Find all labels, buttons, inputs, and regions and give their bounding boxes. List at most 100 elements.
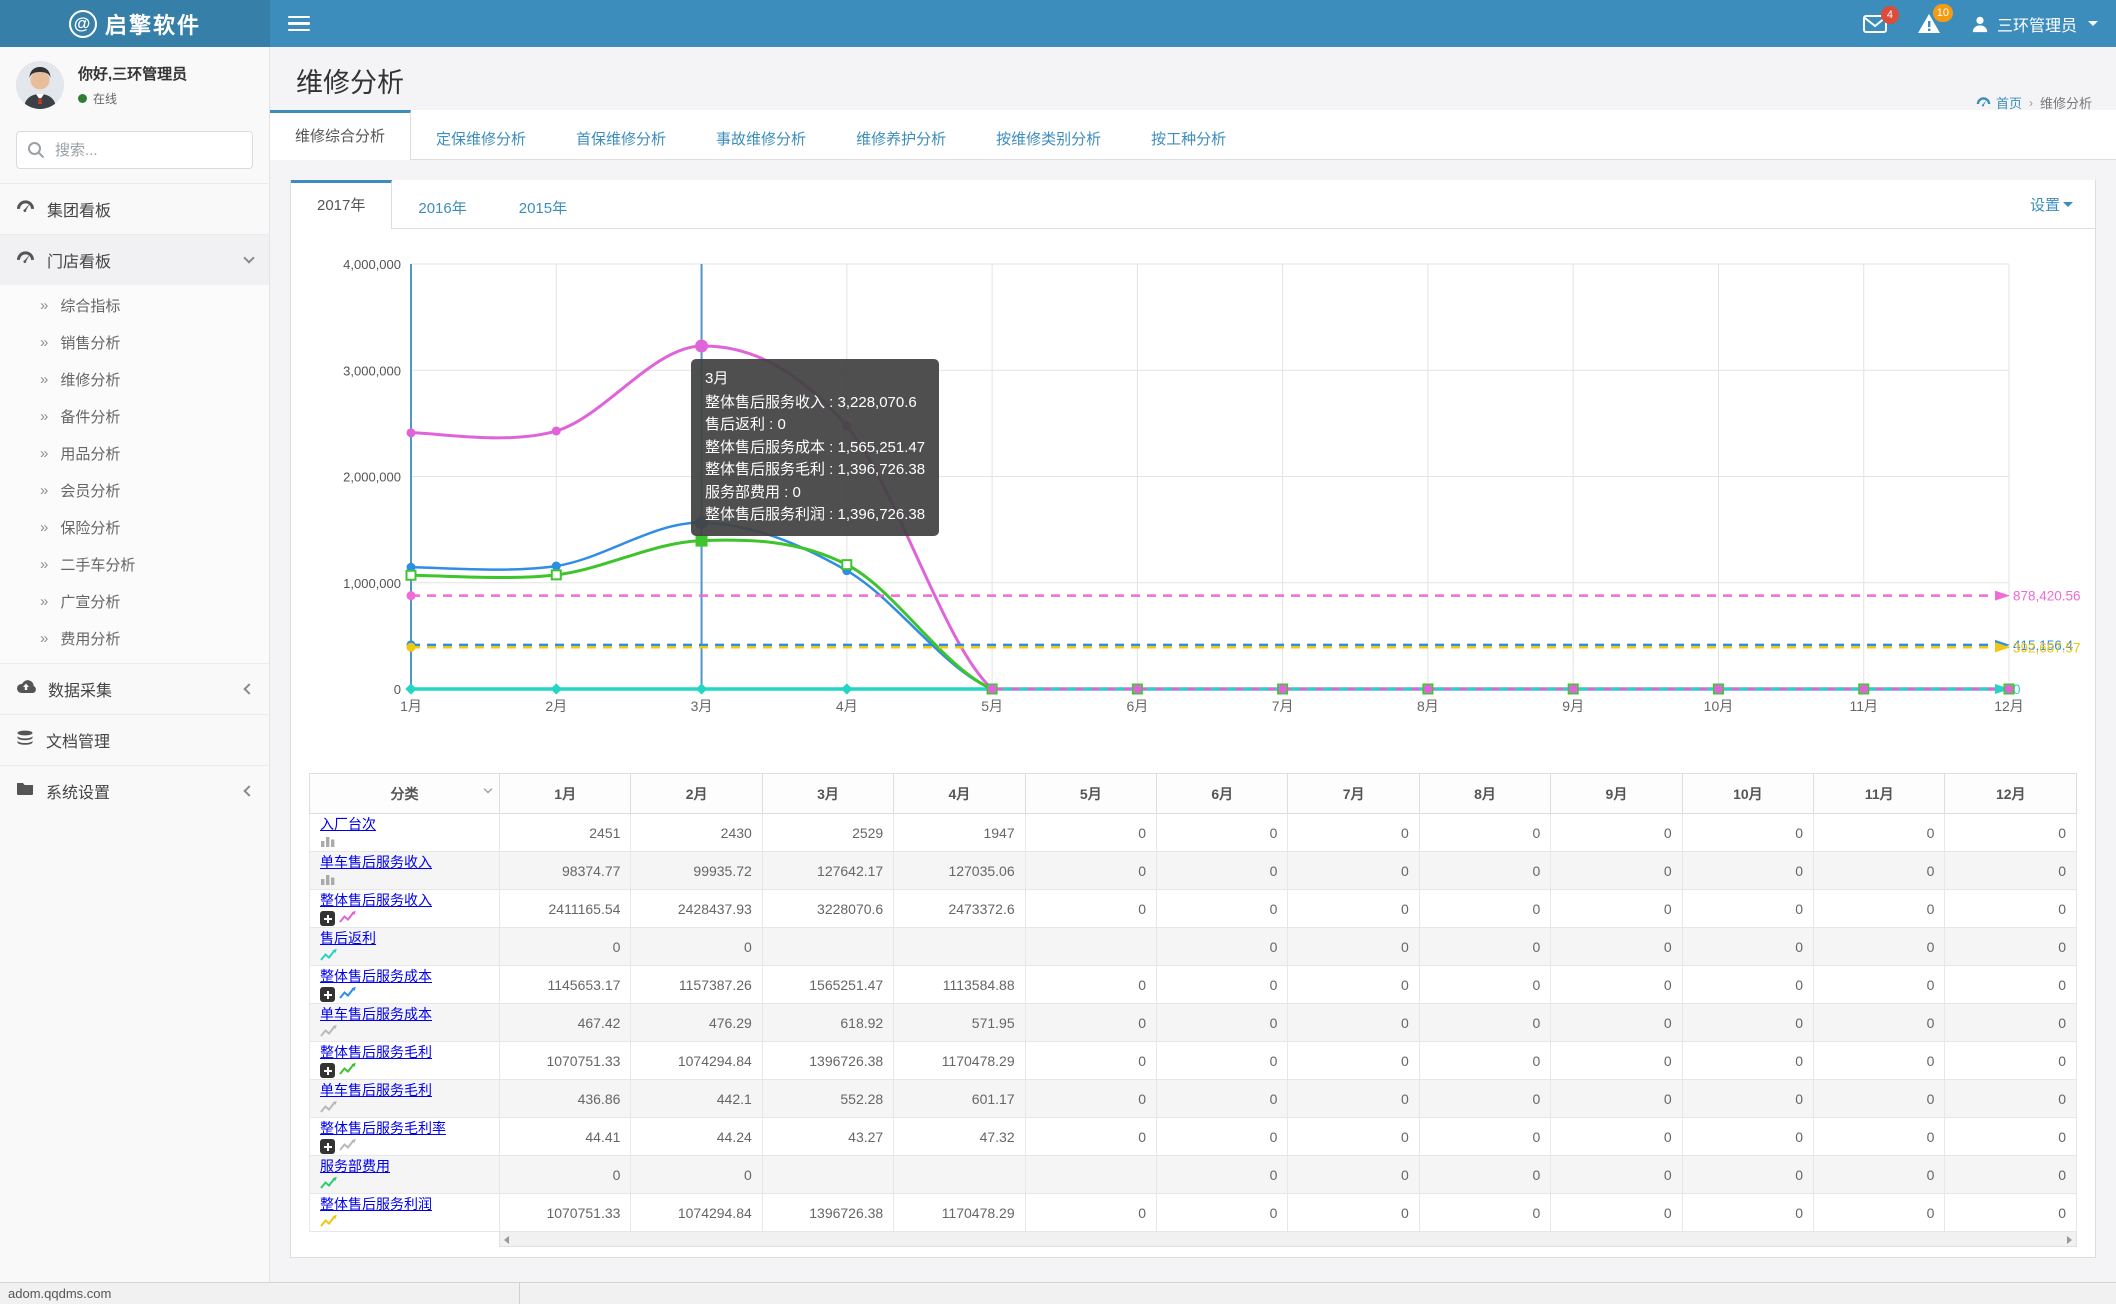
sidebar-greeting: 你好,三环管理员 xyxy=(78,66,188,83)
column-header-month: 12月 xyxy=(1944,773,2077,814)
bar-chart-icon[interactable] xyxy=(320,872,336,889)
year-tab-1[interactable]: 2016年 xyxy=(392,180,492,228)
sidebar-subitem-0[interactable]: » 综合指标 xyxy=(0,287,269,324)
line-chart-icon[interactable] xyxy=(320,1214,337,1231)
sidebar-item-label: 数据采集 xyxy=(48,683,113,700)
sidebar-subitem-2[interactable]: » 维修分析 xyxy=(0,361,269,398)
metric-link[interactable]: 整体售后服务成本 xyxy=(320,968,432,984)
metric-link[interactable]: 整体售后服务毛利 xyxy=(320,1044,432,1060)
chart-tooltip: 3月 整体售后服务收入 : 3,228,070.6 售后返利 : 0 整体售后服务成本… xyxy=(691,359,940,536)
column-header-month: 10月 xyxy=(1681,773,1815,814)
table-cell: 0 xyxy=(1944,1041,2077,1080)
table-cell: 0 xyxy=(1024,851,1158,890)
expand-plus-icon[interactable] xyxy=(320,987,335,1002)
table-cell: 0 xyxy=(1418,889,1552,928)
tab-3[interactable]: 事故维修分析 xyxy=(691,110,831,159)
bar-chart-icon[interactable] xyxy=(320,834,336,851)
sidebar-subitem-5[interactable]: » 会员分析 xyxy=(0,472,269,509)
table-cell: 0 xyxy=(1681,965,1815,1004)
year-tab-2[interactable]: 2015年 xyxy=(493,180,593,228)
table-cell: 0 xyxy=(1418,965,1552,1004)
table-cell: 0 xyxy=(1681,927,1815,966)
metric-link[interactable]: 单车售后服务收入 xyxy=(320,854,432,870)
sidebar-link-3[interactable]: 文档管理 xyxy=(0,715,269,765)
line-chart-icon[interactable] xyxy=(320,948,337,965)
sidebar-subitem-label: 综合指标 xyxy=(60,298,121,315)
line-chart-icon[interactable] xyxy=(320,1024,337,1041)
sidebar-link-2[interactable]: 数据采集 xyxy=(0,664,269,714)
line-chart-icon[interactable] xyxy=(339,910,356,927)
breadcrumb-current: 维修分析 xyxy=(2039,96,2092,111)
search-input[interactable] xyxy=(16,131,253,169)
table-cell: 0 xyxy=(1813,1155,1946,1194)
breadcrumb-home-link[interactable]: 首页 xyxy=(1976,93,2022,112)
column-header-month: 4月 xyxy=(893,773,1026,814)
sidebar-subitem-4[interactable]: » 用品分析 xyxy=(0,435,269,472)
sidebar-toggle-button[interactable] xyxy=(288,0,328,47)
metric-link[interactable]: 单车售后服务成本 xyxy=(320,1006,432,1022)
line-chart-icon[interactable] xyxy=(320,1176,337,1193)
sidebar-subitem-6[interactable]: » 保险分析 xyxy=(0,509,269,546)
column-header-category[interactable]: 分类 xyxy=(309,773,500,814)
sidebar-link-4[interactable]: 系统设置 xyxy=(0,766,269,816)
tab-6[interactable]: 按工种分析 xyxy=(1126,110,1251,159)
year-tab-0[interactable]: 2017年 xyxy=(291,180,393,229)
metric-link[interactable]: 单车售后服务毛利 xyxy=(320,1082,432,1098)
expand-plus-icon[interactable] xyxy=(320,1139,335,1154)
metric-link[interactable]: 整体售后服务利润 xyxy=(320,1196,432,1212)
sidebar-subitem-1[interactable]: » 销售分析 xyxy=(0,324,269,361)
line-chart-icon[interactable] xyxy=(339,986,356,1003)
tab-0[interactable]: 维修综合分析 xyxy=(270,110,412,160)
sidebar-subitem-label: 会员分析 xyxy=(60,483,121,500)
svg-text:1,000,000: 1,000,000 xyxy=(343,576,401,591)
metric-link[interactable]: 售后返利 xyxy=(320,930,376,946)
alerts-button[interactable]: 10 xyxy=(1917,4,1953,34)
sidebar-subitem-label: 备件分析 xyxy=(60,409,121,426)
app-logo[interactable]: @ 启擎软件 xyxy=(0,0,270,47)
double-angle-icon: » xyxy=(40,297,49,314)
messages-button[interactable]: 4 xyxy=(1862,5,1899,33)
tab-4[interactable]: 维修养护分析 xyxy=(831,110,971,159)
user-menu-button[interactable]: 三环管理员 xyxy=(1971,12,2098,36)
table-cell: 3228070.6 xyxy=(761,889,895,928)
metric-link[interactable]: 整体售后服务毛利率 xyxy=(320,1120,446,1136)
table-cell: 0 xyxy=(1156,1041,1289,1080)
table-cell: 44.24 xyxy=(630,1117,763,1156)
settings-dropdown[interactable]: 设置 xyxy=(2030,194,2095,215)
chevron-down-icon[interactable] xyxy=(483,784,493,794)
table-cell: 0 xyxy=(1813,1079,1946,1118)
sidebar-subitem-3[interactable]: » 备件分析 xyxy=(0,398,269,435)
table-cell: 0 xyxy=(1944,965,2077,1004)
line-chart-icon[interactable] xyxy=(320,1100,337,1117)
scroll-right-arrow[interactable] xyxy=(2067,1236,2072,1244)
metric-link[interactable]: 服务部费用 xyxy=(320,1158,390,1174)
table-cell: 0 xyxy=(1813,1041,1946,1080)
table-cell: 0 xyxy=(1550,927,1683,966)
tab-1[interactable]: 定保维修分析 xyxy=(411,110,551,159)
sidebar-subitem-8[interactable]: » 广宣分析 xyxy=(0,583,269,620)
tab-5[interactable]: 按维修类别分析 xyxy=(971,110,1126,159)
metric-link[interactable]: 入厂台次 xyxy=(320,816,376,832)
expand-plus-icon[interactable] xyxy=(320,1063,335,1078)
table-cell: 0 xyxy=(1681,1193,1815,1232)
table-cell: 0 xyxy=(1550,1003,1683,1042)
user-icon xyxy=(1972,16,1988,32)
line-chart-icon[interactable] xyxy=(339,1062,356,1079)
gauge-icon xyxy=(16,250,35,271)
table-cell: 0 xyxy=(1550,813,1683,852)
scroll-left-arrow[interactable] xyxy=(504,1236,509,1244)
horizontal-scrollbar[interactable] xyxy=(499,1232,2077,1247)
table-cell: 0 xyxy=(1024,1193,1158,1232)
line-chart-icon[interactable] xyxy=(339,1138,356,1155)
sidebar-link-0[interactable]: 集团看板 xyxy=(0,184,269,234)
sidebar-link-1[interactable]: 门店看板 xyxy=(0,235,269,285)
table-cell: 0 xyxy=(1156,1079,1289,1118)
browser-status-bar: adom.qqdms.com xyxy=(0,1282,2116,1304)
metric-link[interactable]: 整体售后服务收入 xyxy=(320,892,432,908)
tab-2[interactable]: 首保维修分析 xyxy=(551,110,691,159)
expand-plus-icon[interactable] xyxy=(320,911,335,926)
table-cell: 0 xyxy=(1550,1193,1683,1232)
sidebar-subitem-7[interactable]: » 二手车分析 xyxy=(0,546,269,583)
table-cell: 0 xyxy=(1024,1117,1158,1156)
sidebar-subitem-9[interactable]: » 费用分析 xyxy=(0,620,269,657)
